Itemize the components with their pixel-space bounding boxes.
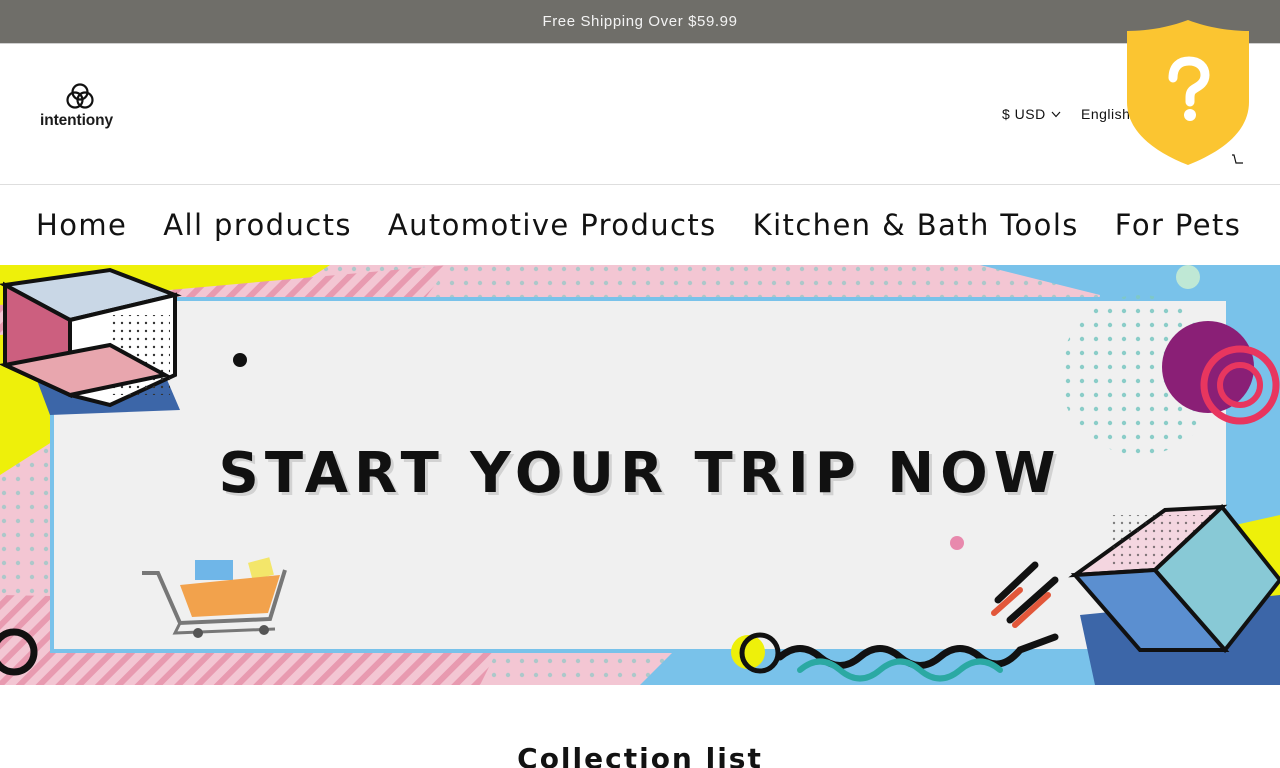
hero-illustration — [0, 265, 1280, 685]
nav-item-kitchen-bath-tools[interactable]: Kitchen & Bath Tools — [753, 208, 1079, 242]
announcement-text: Free Shipping Over $59.99 — [542, 13, 738, 30]
logo-rings-icon — [66, 83, 94, 109]
nav-item-all-products[interactable]: All products — [163, 208, 352, 242]
currency-label: $ USD — [1002, 106, 1046, 122]
chevron-down-icon — [1051, 111, 1061, 117]
language-label: English — [1081, 106, 1131, 122]
shield-question-icon[interactable] — [1127, 20, 1249, 165]
currency-selector[interactable]: $ USD — [1002, 106, 1061, 122]
nav-item-home[interactable]: Home — [36, 208, 127, 242]
collection-list-title: Collection list — [517, 742, 763, 768]
logo-text: intentiony — [40, 112, 114, 129]
site-header: intentiony $ USD English — [0, 44, 1280, 185]
announcement-bar: Free Shipping Over $59.99 — [0, 0, 1280, 44]
nav-item-for-pets[interactable]: For Pets — [1115, 208, 1242, 242]
nav-item-automotive-products[interactable]: Automotive Products — [388, 208, 717, 242]
site-logo[interactable]: intentiony — [38, 82, 128, 136]
hero-banner[interactable]: START YOUR TRIP NOW — [0, 265, 1280, 685]
main-navigation: Home All products Automotive Products Ki… — [0, 185, 1280, 265]
language-selector[interactable]: English — [1081, 106, 1130, 122]
